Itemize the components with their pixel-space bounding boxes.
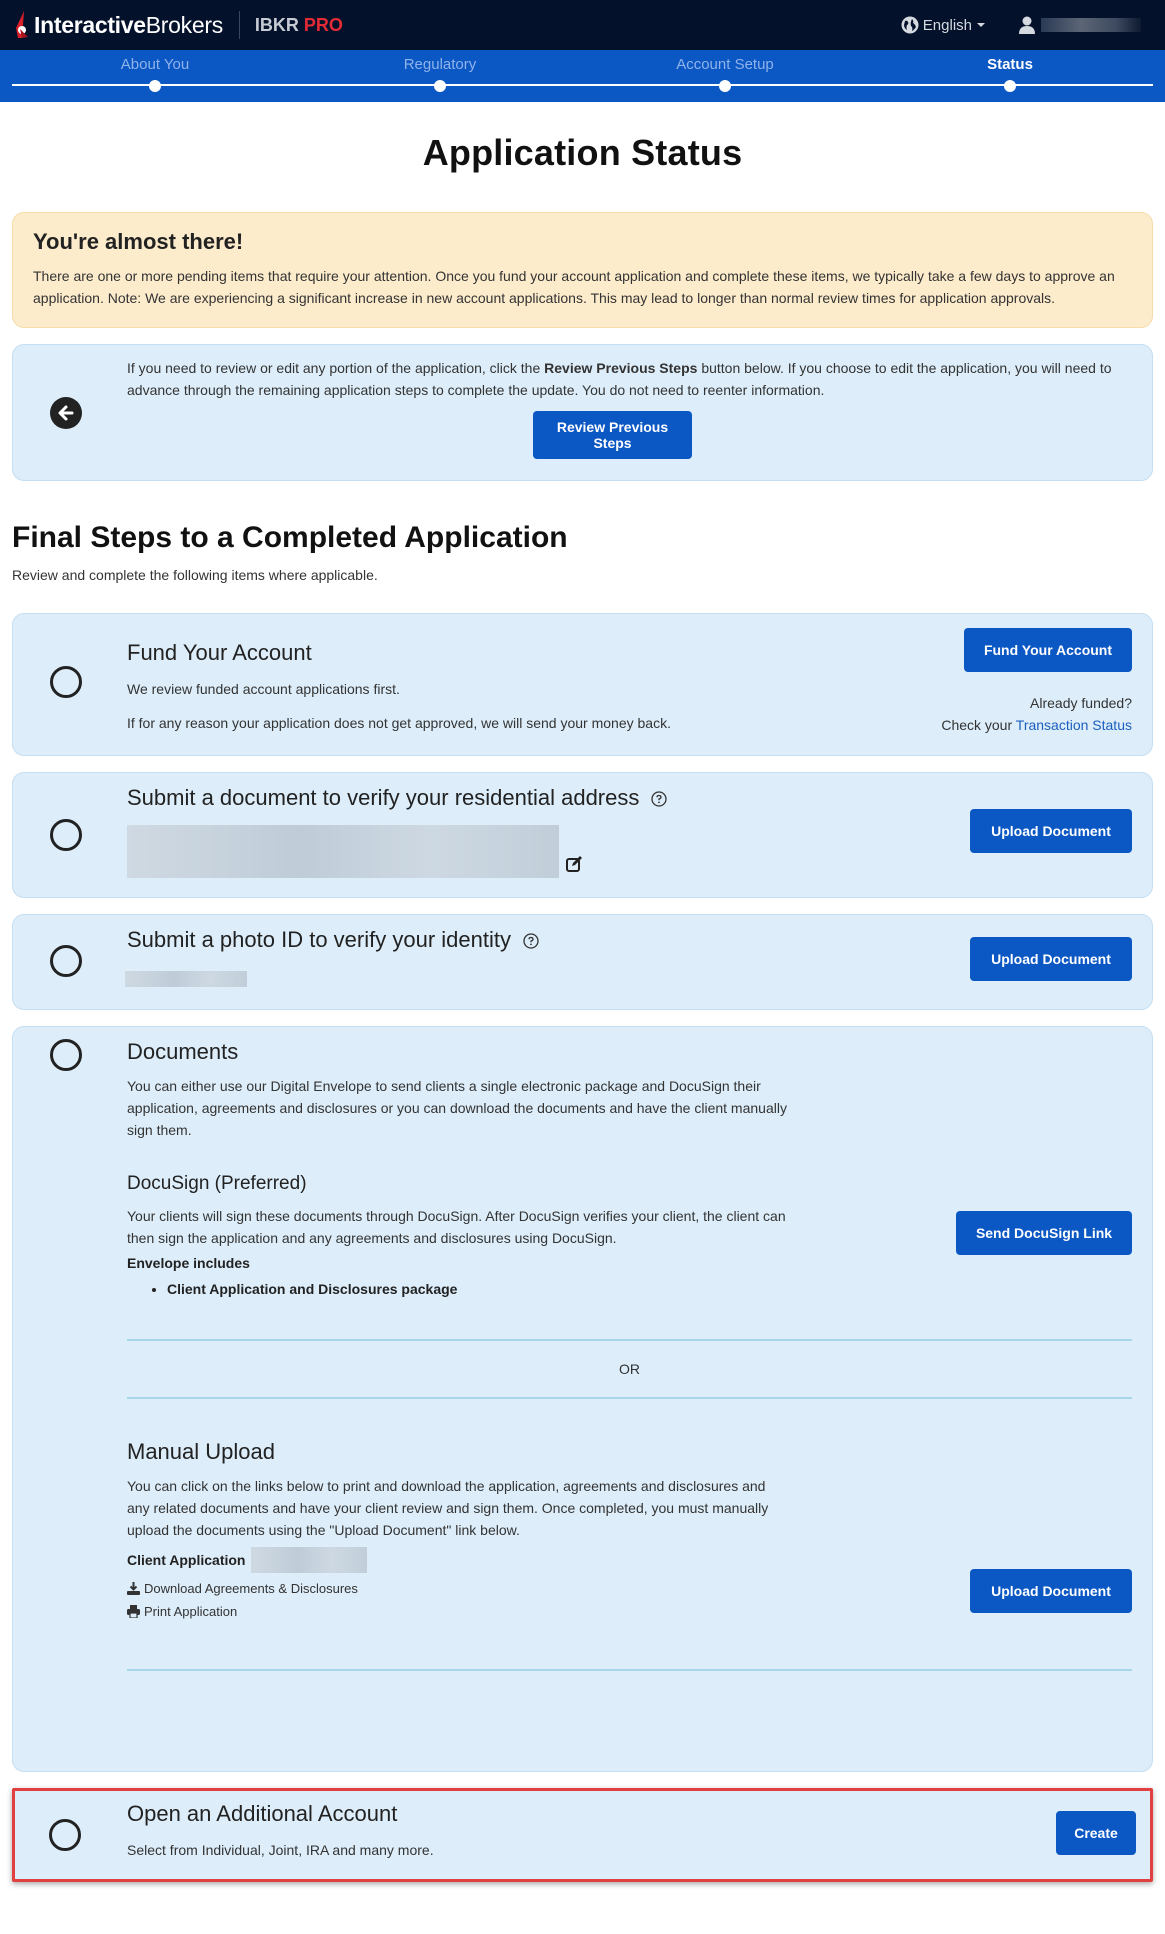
documents-desc: You can either use our Digital Envelope … — [127, 1078, 787, 1138]
incomplete-circle-icon — [49, 1819, 81, 1851]
username-redacted — [1041, 18, 1141, 32]
globe-icon — [901, 16, 919, 34]
stepper-track — [12, 84, 1153, 86]
step-dot — [1004, 80, 1016, 92]
fund-your-account-button[interactable]: Fund Your Account — [964, 628, 1132, 672]
top-nav: InteractiveBrokers IBKR PRO English — [0, 0, 1165, 50]
step-regulatory[interactable]: Regulatory — [340, 50, 540, 92]
incomplete-circle-icon — [50, 666, 82, 698]
alert-heading: You're almost there! — [33, 229, 244, 254]
envelope-title: Envelope includes — [127, 1255, 250, 1271]
step-dot — [719, 80, 731, 92]
step-about-you[interactable]: About You — [55, 50, 255, 92]
envelope-item: Client Application and Disclosures packa… — [167, 1281, 1132, 1297]
print-icon — [127, 1605, 140, 1618]
manual-upload-title: Manual Upload — [127, 1439, 275, 1464]
incomplete-circle-icon — [50, 1039, 82, 1071]
task-title: Submit a photo ID to verify your identit… — [127, 927, 511, 952]
step-dot — [149, 80, 161, 92]
logo-flame-icon — [16, 11, 28, 38]
task-open-additional-account: Open an Additional Account Select from I… — [12, 1788, 1153, 1882]
task-verify-identity: Submit a photo ID to verify your identit… — [12, 914, 1153, 1010]
user-icon — [1019, 16, 1035, 34]
address-redacted — [127, 825, 559, 878]
review-previous-card: If you need to review or edit any portio… — [12, 344, 1153, 481]
task-fund-account: Fund Your Account We review funded accou… — [12, 613, 1153, 756]
divider — [127, 1669, 1132, 1671]
manual-upload-section: Manual Upload You can click on the links… — [127, 1439, 1132, 1619]
send-docusign-link-button[interactable]: Send DocuSign Link — [956, 1211, 1132, 1255]
docusign-title: DocuSign (Preferred) — [127, 1173, 307, 1194]
incomplete-circle-icon — [50, 945, 82, 977]
task-desc-line: We review funded account applications fi… — [127, 681, 400, 697]
docusign-desc: Your clients will sign these documents t… — [127, 1208, 786, 1246]
alert-text: There are one or more pending items that… — [33, 268, 1115, 306]
divider — [127, 1397, 1132, 1399]
client-application-label: Client Application — [127, 1552, 246, 1568]
review-previous-steps-button[interactable]: Review Previous Steps — [533, 411, 692, 459]
page-title: Application Status — [422, 132, 743, 173]
check-your-label: Check your — [941, 717, 1016, 733]
language-label: English — [922, 16, 972, 34]
download-icon — [127, 1582, 140, 1595]
step-status[interactable]: Status — [910, 50, 1110, 92]
already-funded-label: Already funded? — [1030, 695, 1132, 711]
section-title: Final Steps to a Completed Application — [12, 521, 568, 554]
review-instructions: If you need to review or edit any portio… — [127, 360, 1112, 398]
docusign-section: DocuSign (Preferred) Your clients will s… — [127, 1173, 1132, 1297]
help-icon[interactable] — [523, 933, 539, 949]
or-separator: OR — [619, 1361, 640, 1377]
task-desc: Select from Individual, Joint, IRA and m… — [127, 1842, 434, 1858]
progress-stepper: About You Regulatory Account Setup Statu… — [0, 50, 1165, 102]
language-selector[interactable]: English — [901, 16, 985, 34]
step-account-setup[interactable]: Account Setup — [625, 50, 825, 92]
upload-signed-documents-button[interactable]: Upload Document — [970, 1569, 1132, 1613]
task-title: Submit a document to verify your residen… — [127, 785, 640, 810]
task-desc-line: If for any reason your application does … — [127, 715, 671, 731]
arrow-left-circle-icon — [50, 397, 82, 429]
upload-photo-id-button[interactable]: Upload Document — [970, 937, 1132, 981]
brand-name: InteractiveBrokers — [34, 11, 223, 38]
incomplete-circle-icon — [50, 819, 82, 851]
almost-there-alert: You're almost there! There are one or mo… — [12, 212, 1153, 328]
task-title: Fund Your Account — [127, 640, 312, 665]
transaction-status-link[interactable]: Transaction Status — [1016, 717, 1132, 733]
chevron-down-icon — [977, 23, 985, 27]
edit-icon[interactable] — [565, 855, 583, 873]
manual-upload-desc: You can click on the links below to prin… — [127, 1478, 769, 1538]
step-dot — [434, 80, 446, 92]
section-subtitle: Review and complete the following items … — [12, 567, 378, 583]
create-account-button[interactable]: Create — [1056, 1811, 1136, 1855]
name-redacted — [125, 971, 247, 987]
product-name: IBKR PRO — [254, 14, 343, 35]
user-menu[interactable] — [1019, 16, 1141, 34]
task-documents: Documents You can either use our Digital… — [12, 1026, 1153, 1772]
task-title: Documents — [127, 1039, 239, 1064]
task-title: Open an Additional Account — [127, 1801, 398, 1826]
client-application-redacted — [251, 1547, 368, 1573]
logo-divider — [238, 11, 240, 39]
help-icon[interactable] — [651, 791, 668, 807]
ibkr-logo[interactable]: InteractiveBrokers — [12, 10, 223, 40]
upload-address-document-button[interactable]: Upload Document — [970, 809, 1132, 853]
task-verify-address: Submit a document to verify your residen… — [12, 772, 1153, 898]
